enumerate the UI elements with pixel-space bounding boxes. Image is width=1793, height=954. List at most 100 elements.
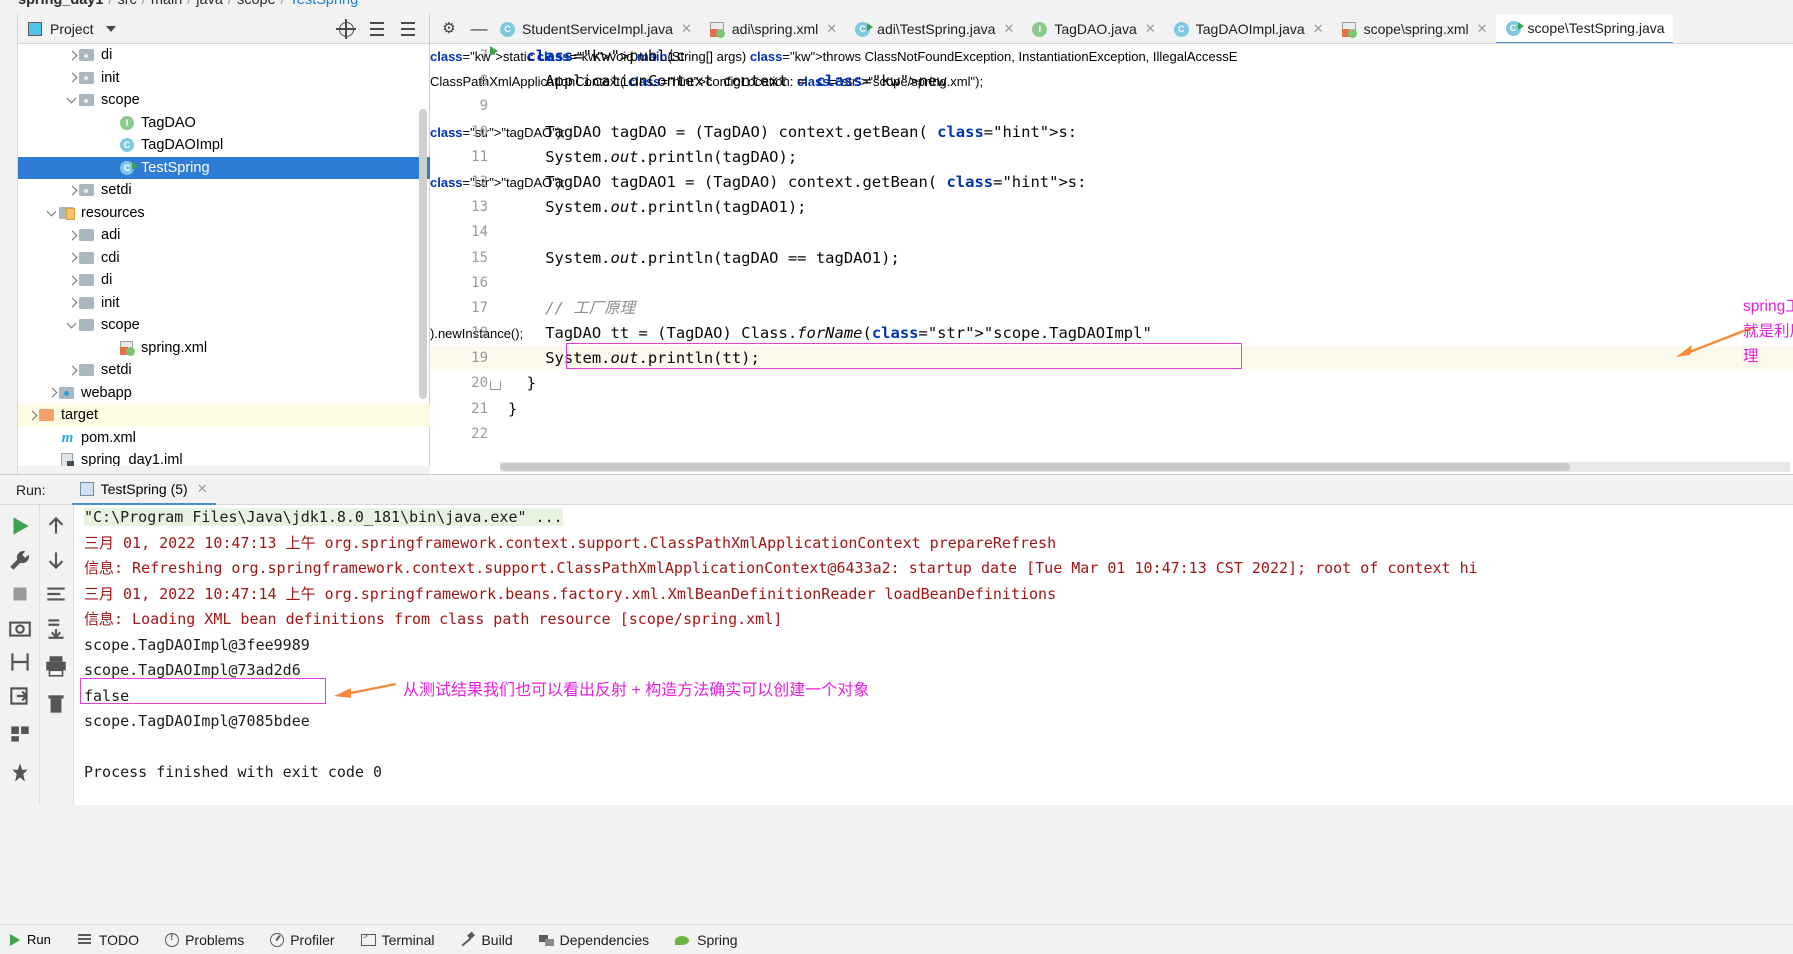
print-icon[interactable] (42, 653, 70, 679)
wrench-icon[interactable] (6, 547, 34, 573)
status-item-spring[interactable]: Spring (662, 925, 750, 954)
editor-tab-scope-testspring-java[interactable]: Cscope\TestSpring.java (1495, 14, 1673, 43)
status-item-problems[interactable]: Problems (152, 925, 257, 954)
code-line-10[interactable]: 10 TagDAO tagDAO = (TagDAO) context.getBe… (430, 120, 1793, 145)
close-icon[interactable]: ✕ (1477, 21, 1488, 37)
run-gutter-icon[interactable] (490, 46, 498, 56)
tree-node-setdi[interactable]: setdi (18, 359, 430, 382)
chevron-right-icon[interactable] (66, 247, 78, 270)
code-editor[interactable]: 7 class="kw">public class="kw">static cla… (430, 44, 1793, 474)
tree-node-testspring[interactable]: C TestSpring (18, 156, 430, 179)
chevron-right-icon[interactable] (66, 67, 78, 90)
breadcrumb-java[interactable]: java (196, 0, 223, 8)
rerun-icon[interactable] (6, 513, 34, 539)
close-icon[interactable]: ✕ (197, 481, 208, 497)
locate-icon[interactable] (336, 19, 356, 39)
chevron-right-icon[interactable] (66, 269, 78, 292)
status-item-profiler[interactable]: Profiler (257, 925, 347, 954)
expand-all-icon[interactable] (368, 20, 386, 38)
code-line-11[interactable]: 11 System.out.println(tagDAO); (430, 145, 1793, 170)
tree-node-scope[interactable]: scope (18, 314, 430, 337)
editor-tab-studentserviceimpl-java[interactable]: C StudentServiceImpl.java ✕ (490, 14, 700, 43)
layout-icon[interactable] (6, 721, 34, 747)
console-output[interactable]: "C:\Program Files\Java\jdk1.8.0_181\bin\… (74, 505, 1793, 805)
tree-node-adi[interactable]: adi (18, 224, 430, 247)
tree-node-cdi[interactable]: cdi (18, 247, 430, 270)
close-icon[interactable]: ✕ (1313, 21, 1324, 37)
code-line-8[interactable]: 8 ApplicationContext context = class="kw"… (430, 69, 1793, 94)
gear-icon[interactable]: ⚙ (440, 20, 458, 38)
trash-icon[interactable] (42, 691, 70, 717)
soft-wrap-icon[interactable] (42, 581, 70, 607)
breadcrumb-src[interactable]: src (117, 0, 136, 8)
tree-node-spring-xml[interactable]: spring.xml (18, 337, 430, 360)
export-icon[interactable] (6, 683, 34, 709)
code-line-13[interactable]: 13 System.out.println(tagDAO1); (430, 195, 1793, 220)
code-line-16[interactable]: 16 (430, 271, 1793, 296)
editor-tab-adi-spring-xml[interactable]: adi\spring.xml ✕ (699, 14, 846, 43)
chevron-right-icon[interactable] (26, 404, 38, 427)
breadcrumb-file[interactable]: TestSpring (290, 0, 359, 8)
code-line-15[interactable]: 15 System.out.println(tagDAO == tagDAO1); (430, 246, 1793, 271)
chevron-right-icon[interactable] (66, 292, 78, 315)
code-line-14[interactable]: 14 (430, 220, 1793, 245)
run-tab-testspring[interactable]: TestSpring (5) ✕ (71, 475, 216, 505)
scroll-up-icon[interactable] (42, 513, 70, 539)
project-tree-scrollbar[interactable] (419, 109, 427, 399)
code-fold-marker[interactable] (488, 372, 502, 397)
chevron-down-icon[interactable] (66, 89, 78, 112)
tree-node-di[interactable]: di (18, 269, 430, 292)
tree-node-tagdao[interactable]: I TagDAO (18, 112, 430, 135)
scroll-down-icon[interactable] (42, 547, 70, 573)
close-icon[interactable]: ✕ (1145, 21, 1156, 37)
code-line-12[interactable]: 12 TagDAO tagDAO1 = (TagDAO) context.getB… (430, 170, 1793, 195)
editor-tab-tagdao-java[interactable]: I TagDAO.java ✕ (1022, 14, 1164, 43)
status-item-build[interactable]: Build (447, 925, 525, 954)
code-line-17[interactable]: 17 // 工厂原理 (430, 296, 1793, 321)
hide-icon[interactable]: — (470, 20, 488, 39)
threads-icon[interactable] (6, 649, 34, 675)
code-line-21[interactable]: 21} (430, 397, 1793, 422)
chevron-down-icon[interactable] (66, 314, 78, 337)
chevron-down-icon[interactable] (105, 25, 116, 32)
status-run-button[interactable]: Run (0, 925, 65, 954)
camera-icon[interactable] (6, 615, 34, 641)
chevron-down-icon[interactable] (46, 202, 58, 225)
status-item-terminal[interactable]: Terminal (348, 925, 448, 954)
tree-node-webapp[interactable]: webapp (18, 382, 430, 405)
tree-node-pom-xml[interactable]: m pom.xml (18, 427, 430, 450)
tree-node-init[interactable]: init (18, 67, 430, 90)
editor-tab-tagdaoimpl-java[interactable]: C TagDAOImpl.java ✕ (1163, 14, 1332, 43)
tree-node-scope[interactable]: scope (18, 89, 430, 112)
tree-node-init[interactable]: init (18, 292, 430, 315)
tree-node-tagdaoimpl[interactable]: C TagDAOImpl (18, 134, 430, 157)
breadcrumb-project[interactable]: spring_day1 (18, 0, 103, 8)
chevron-right-icon[interactable] (66, 224, 78, 247)
status-item-todo[interactable]: TODO (65, 925, 152, 954)
tree-node-di[interactable]: di (18, 44, 430, 67)
project-tree[interactable]: di init scope I TagDAO C TagDAOImpl C TestSpring… (18, 44, 430, 474)
editor-tabs[interactable]: C StudentServiceImpl.java ✕ adi\spring.xml ✕… (490, 14, 1673, 43)
code-line-22[interactable]: 22 (430, 422, 1793, 447)
breadcrumb-main[interactable]: main (151, 0, 182, 8)
status-item-dependencies[interactable]: Dependencies (526, 925, 663, 954)
editor-tab-adi-testspring-java[interactable]: Cadi\TestSpring.java ✕ (845, 14, 1023, 43)
close-icon[interactable]: ✕ (681, 21, 692, 37)
code-lines[interactable]: 7 class="kw">public class="kw">static cla… (430, 44, 1793, 447)
chevron-right-icon[interactable] (66, 44, 78, 67)
chevron-right-icon[interactable] (66, 179, 78, 202)
close-icon[interactable]: ✕ (1003, 21, 1014, 37)
code-line-9[interactable]: 9 (430, 94, 1793, 119)
collapse-all-icon[interactable] (399, 20, 417, 38)
editor-horizontal-scrollbar[interactable] (500, 462, 1790, 472)
code-line-7[interactable]: 7 class="kw">public class="kw">static cla… (430, 44, 1793, 69)
scroll-to-end-icon[interactable] (42, 615, 70, 641)
run-side-toolbar-console[interactable] (40, 505, 74, 805)
breadcrumb-scope[interactable]: scope (237, 0, 276, 8)
stop-icon[interactable] (6, 581, 34, 607)
run-side-toolbar-left[interactable] (0, 505, 40, 805)
tree-node-target[interactable]: target (18, 404, 430, 427)
close-icon[interactable]: ✕ (826, 21, 837, 37)
editor-tab-scope-spring-xml[interactable]: scope\spring.xml ✕ (1331, 14, 1496, 43)
chevron-right-icon[interactable] (46, 382, 58, 405)
